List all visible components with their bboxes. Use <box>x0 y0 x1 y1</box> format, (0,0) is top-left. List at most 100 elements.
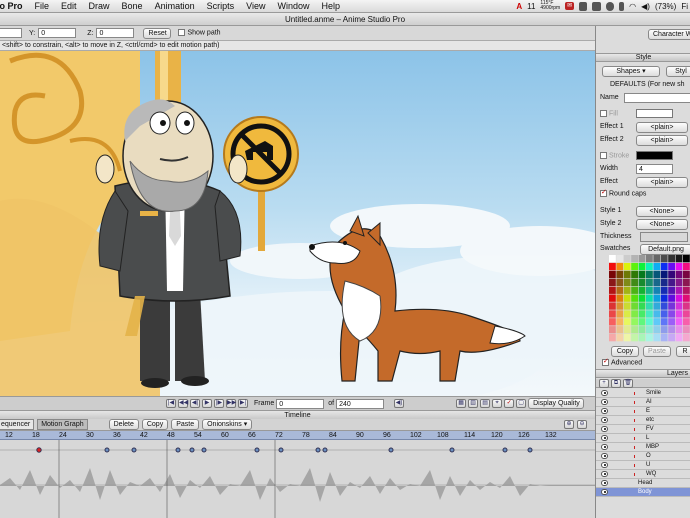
palette-swatch[interactable] <box>653 318 661 326</box>
palette-swatch[interactable] <box>675 294 683 302</box>
layer-row[interactable]: U <box>596 461 690 470</box>
eye-icon[interactable] <box>601 426 608 432</box>
palette-swatch[interactable] <box>638 262 646 271</box>
eye-icon[interactable] <box>601 480 608 486</box>
palette-swatch[interactable] <box>646 302 653 310</box>
notification-count[interactable]: 11 <box>527 2 535 11</box>
palette-swatch[interactable] <box>631 310 638 318</box>
palette-swatch[interactable] <box>653 294 661 302</box>
palette-swatch[interactable] <box>646 278 653 286</box>
palette-swatch[interactable] <box>631 334 638 342</box>
palette-swatch[interactable] <box>631 262 638 271</box>
name-field[interactable] <box>624 93 690 103</box>
menu-file[interactable]: File <box>29 1 56 11</box>
timeline-tracks[interactable] <box>0 440 595 518</box>
play-button[interactable]: ▶ <box>202 399 212 408</box>
palette-swatch[interactable] <box>668 270 675 279</box>
layer-row[interactable]: MBP <box>596 443 690 452</box>
palette-swatch[interactable] <box>616 262 624 271</box>
palette-swatch[interactable] <box>609 326 616 334</box>
battery-status[interactable]: (73%) <box>655 2 676 11</box>
palette-swatch[interactable] <box>609 270 616 279</box>
palette-swatch[interactable] <box>638 278 646 286</box>
split-view-icon[interactable]: ▥ <box>468 399 479 408</box>
onionskins-dropdown[interactable]: Onionskins ▾ <box>202 419 253 430</box>
layer-row[interactable]: E <box>596 407 690 416</box>
palette-swatch[interactable] <box>653 270 661 279</box>
palette-swatch[interactable] <box>653 286 661 294</box>
palette-swatch[interactable] <box>638 310 646 318</box>
frame-icon[interactable]: ▢ <box>516 399 527 408</box>
palette-swatch[interactable] <box>646 294 653 302</box>
menu-bone[interactable]: Bone <box>116 1 149 11</box>
effect2-dropdown[interactable]: <plain> <box>636 135 688 146</box>
timeline-ruler[interactable]: 12 18 24 30 36 42 48 54 60 66 72 78 84 9… <box>0 431 595 440</box>
duplicate-layer-icon[interactable]: ⧉ <box>611 379 621 388</box>
palette-swatch[interactable] <box>616 302 624 310</box>
color-palette[interactable] <box>609 255 690 343</box>
user-menu[interactable]: Fi <box>681 2 688 11</box>
stroke-checkbox[interactable] <box>600 152 607 159</box>
grid-view-icon[interactable]: ▦ <box>456 399 467 408</box>
palette-swatch[interactable] <box>638 326 646 334</box>
layer-row[interactable]: O <box>596 452 690 461</box>
eye-icon[interactable] <box>601 435 608 441</box>
palette-swatch[interactable] <box>623 255 631 263</box>
palette-swatch[interactable] <box>609 286 616 294</box>
palette-swatch[interactable] <box>638 334 646 342</box>
palette-swatch[interactable] <box>609 318 616 326</box>
layer-row[interactable]: AI <box>596 398 690 407</box>
palette-swatch[interactable] <box>668 334 675 342</box>
paste-button[interactable]: Paste <box>171 419 200 430</box>
palette-swatch[interactable] <box>609 334 616 342</box>
total-frames-field[interactable]: 240 <box>336 398 385 409</box>
palette-swatch[interactable] <box>623 334 631 342</box>
palette-swatch[interactable] <box>675 318 683 326</box>
palette-swatch[interactable] <box>675 310 683 318</box>
zoom-in-icon[interactable]: ⊕ <box>564 420 574 429</box>
palette-swatch[interactable] <box>646 326 653 334</box>
layer-row[interactable]: Smile <box>596 389 690 398</box>
palette-swatch[interactable] <box>638 318 646 326</box>
fill-color-swatch[interactable] <box>636 109 673 118</box>
palette-swatch[interactable] <box>616 326 624 334</box>
eye-icon[interactable] <box>601 399 608 405</box>
z-field[interactable]: 0 <box>96 28 135 38</box>
palette-swatch[interactable] <box>609 278 616 286</box>
palette-swatch[interactable] <box>683 278 690 286</box>
next-frame-button[interactable]: |▶ <box>214 399 224 408</box>
eye-icon[interactable] <box>601 390 608 396</box>
app-menu[interactable]: udio Pro <box>0 1 29 11</box>
palette-swatch[interactable] <box>683 334 690 342</box>
palette-swatch[interactable] <box>653 310 661 318</box>
paste-style-button[interactable]: Paste <box>643 346 671 357</box>
copy-style-button[interactable]: Copy <box>611 346 639 357</box>
quad-view-icon[interactable]: ▤ <box>480 399 491 408</box>
palette-swatch[interactable] <box>660 262 668 271</box>
delete-layer-icon[interactable]: 🗑 <box>623 379 633 388</box>
layer-row[interactable]: WQ <box>596 470 690 479</box>
palette-swatch[interactable] <box>683 310 690 318</box>
style1-dropdown[interactable]: <None> <box>636 206 688 217</box>
palette-swatch[interactable] <box>623 310 631 318</box>
effect1-dropdown[interactable]: <plain> <box>636 122 688 133</box>
palette-swatch[interactable] <box>675 262 683 271</box>
tab-sequencer[interactable]: equencer <box>0 419 35 430</box>
palette-swatch[interactable] <box>631 278 638 286</box>
palette-swatch[interactable] <box>660 326 668 334</box>
stroke-toggle[interactable]: Stroke <box>600 152 629 159</box>
advanced-checkbox[interactable] <box>602 357 609 366</box>
show-path-checkbox[interactable] <box>178 29 186 37</box>
shapes-dropdown[interactable]: Shapes ▾ <box>602 66 660 77</box>
palette-swatch[interactable] <box>631 326 638 334</box>
palette-swatch[interactable] <box>616 270 624 279</box>
palette-swatch[interactable] <box>609 302 616 310</box>
palette-swatch[interactable] <box>646 255 653 263</box>
palette-swatch[interactable] <box>668 262 675 271</box>
round-caps-toggle[interactable]: Round caps <box>600 188 646 197</box>
eye-icon[interactable] <box>601 453 608 459</box>
palette-swatch[interactable] <box>638 270 646 279</box>
eye-icon[interactable] <box>601 408 608 414</box>
dropbox-icon[interactable] <box>579 1 588 11</box>
palette-swatch[interactable] <box>616 334 624 342</box>
